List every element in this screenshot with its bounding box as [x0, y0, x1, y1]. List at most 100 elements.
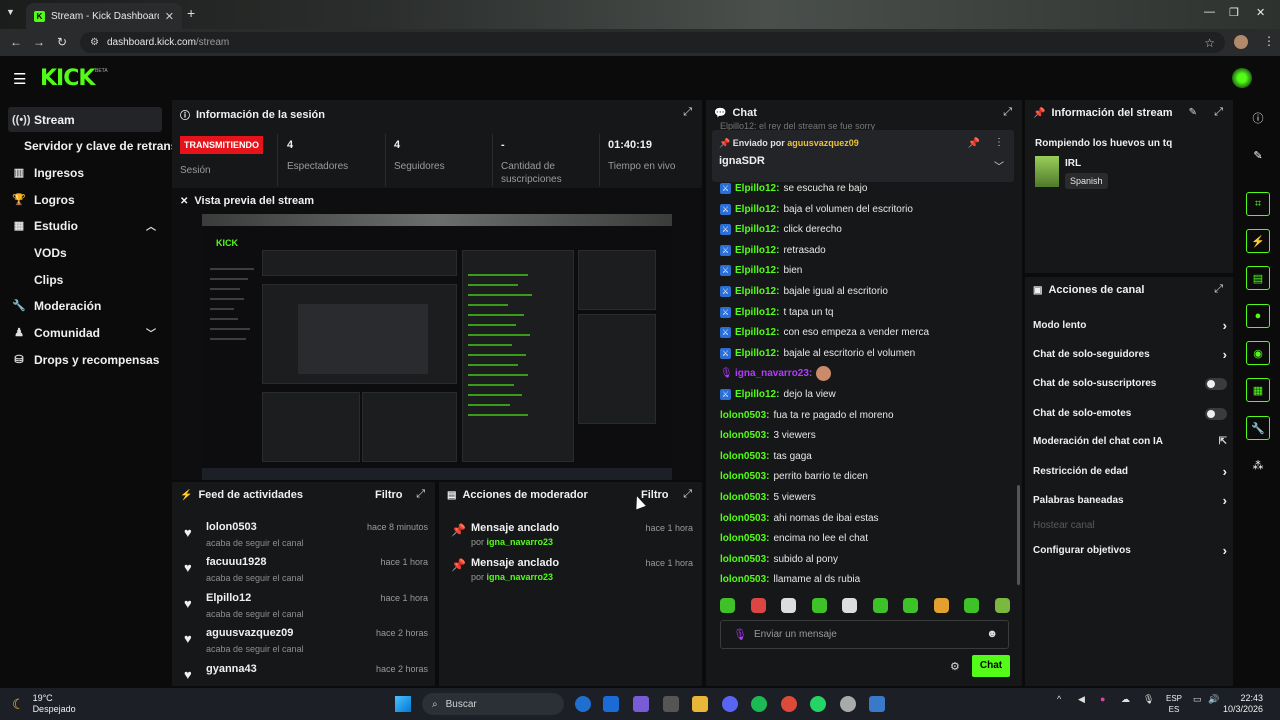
- stream-preview-video[interactable]: KICK: [202, 214, 672, 480]
- folder-icon[interactable]: [692, 696, 708, 712]
- user-avatar[interactable]: [1232, 68, 1252, 88]
- pinned-user[interactable]: aguusvazquez09: [787, 138, 859, 148]
- tray-chevron-icon[interactable]: ^: [1057, 694, 1061, 704]
- chat-username[interactable]: lolon0503:: [720, 430, 769, 441]
- edge-icon[interactable]: [575, 696, 591, 712]
- sidebar-item-ingresos[interactable]: ▥ Ingresos: [8, 160, 162, 185]
- tray-mic-icon[interactable]: 🎙: [1143, 694, 1154, 705]
- browser-tab[interactable]: K Stream - Kick Dashboard ✕: [26, 3, 182, 29]
- copilot-icon[interactable]: [633, 696, 649, 712]
- crop-icon[interactable]: ⌗: [1246, 192, 1270, 216]
- chat-input[interactable]: 🎙 Enviar un mensaje ☻: [720, 620, 1009, 649]
- chat-username[interactable]: Elpillo12:: [735, 348, 779, 359]
- community-icon[interactable]: ⁂: [1246, 453, 1270, 477]
- feed-user[interactable]: aguusvazquez09: [206, 627, 293, 639]
- send-chat-button[interactable]: Chat: [972, 655, 1010, 677]
- chat-bubble-icon[interactable]: ●: [1246, 304, 1270, 328]
- clipboard-icon[interactable]: ▤: [1246, 266, 1270, 290]
- pencil-icon[interactable]: ✎: [1246, 143, 1270, 167]
- new-tab-icon[interactable]: +: [187, 5, 195, 21]
- chat-username[interactable]: Elpillo12:: [735, 327, 779, 338]
- banned-words-action[interactable]: Palabras baneadas ›: [1033, 493, 1227, 515]
- feed-user[interactable]: lolon0503: [206, 521, 257, 533]
- mod-action-user[interactable]: igna_navarro23: [487, 572, 554, 582]
- close-window-icon[interactable]: ✕: [1256, 6, 1265, 19]
- emote-button[interactable]: [842, 598, 858, 613]
- emote-button[interactable]: [720, 598, 735, 613]
- sidebar-item-estudio[interactable]: ▦ Estudio ︿: [8, 213, 162, 238]
- feed-user[interactable]: Elpillo12: [206, 592, 251, 604]
- emote-button[interactable]: [964, 598, 980, 613]
- chat-username[interactable]: lolon0503:: [720, 410, 769, 421]
- popout-icon[interactable]: ⤢: [416, 488, 425, 501]
- volume-icon[interactable]: 🔊: [1208, 694, 1219, 705]
- pencil-icon[interactable]: ✎: [1189, 107, 1197, 118]
- sidebar-item-logros[interactable]: 🏆 Logros: [8, 187, 162, 212]
- gear-icon[interactable]: ⚙: [950, 660, 960, 673]
- shield-icon[interactable]: [869, 696, 885, 712]
- back-icon[interactable]: ←: [10, 35, 22, 49]
- info-icon[interactable]: ⓘ: [1246, 106, 1270, 130]
- chat-username[interactable]: Elpillo12:: [735, 224, 779, 235]
- language-indicator[interactable]: ESP ES: [1166, 693, 1182, 715]
- chat-username[interactable]: lolon0503:: [720, 574, 769, 585]
- feed-user[interactable]: gyanna43: [206, 663, 257, 675]
- chat-scrollbar[interactable]: [1017, 485, 1020, 585]
- chat-username[interactable]: lolon0503:: [720, 554, 769, 565]
- bookmark-star-icon[interactable]: ☆: [1204, 36, 1215, 50]
- emote-button[interactable]: [994, 598, 1010, 613]
- weather-widget[interactable]: ☾ 19°C Despejado: [12, 693, 76, 715]
- whatsapp-icon[interactable]: [810, 696, 826, 712]
- unpin-icon[interactable]: 📌: [968, 138, 980, 149]
- sidebar-item-server-key[interactable]: Servidor y clave de retransmisión: [8, 133, 173, 158]
- minimize-icon[interactable]: —: [1204, 6, 1215, 18]
- popout-icon[interactable]: ⤢: [1003, 106, 1012, 119]
- popout-icon[interactable]: ⤢: [683, 488, 692, 501]
- chat-username[interactable]: igna_navarro23:: [735, 368, 812, 379]
- tray-cloud-icon[interactable]: ☁: [1121, 694, 1130, 705]
- spotify-icon[interactable]: [751, 696, 767, 712]
- chat-username[interactable]: Elpillo12:: [735, 286, 779, 297]
- chat-username[interactable]: Elpillo12:: [735, 389, 779, 400]
- outlook-icon[interactable]: [603, 696, 619, 712]
- browser-profile-avatar[interactable]: [1234, 35, 1248, 49]
- forward-icon[interactable]: →: [33, 35, 45, 49]
- chevron-down-icon[interactable]: ﹀: [994, 158, 1004, 173]
- mod-filter-button[interactable]: Filtro: [641, 489, 669, 501]
- site-info-icon[interactable]: ⚙: [90, 37, 99, 48]
- chat-username[interactable]: Elpillo12:: [735, 265, 779, 276]
- close-tab-icon[interactable]: ✕: [165, 10, 174, 23]
- goals-action[interactable]: Configurar objetivos ›: [1033, 543, 1227, 565]
- ai-moderation-action[interactable]: Moderación del chat con IA ⇱: [1033, 436, 1227, 456]
- sidebar-item-clips[interactable]: Clips: [8, 267, 162, 292]
- hamburger-menu-icon[interactable]: ☰: [13, 70, 26, 88]
- chat-username[interactable]: Elpillo12:: [735, 204, 779, 215]
- popout-icon[interactable]: ⤢: [1214, 283, 1223, 296]
- chat-username[interactable]: lolon0503:: [720, 533, 769, 544]
- age-restriction-action[interactable]: Restricción de edad ›: [1033, 464, 1227, 486]
- chat-username[interactable]: lolon0503:: [720, 451, 769, 462]
- chrome-icon[interactable]: [781, 696, 797, 712]
- tab-list-chevron-icon[interactable]: ▼: [6, 7, 15, 17]
- emote-button[interactable]: [750, 598, 766, 613]
- emote-button[interactable]: [781, 598, 797, 613]
- mod-action-user[interactable]: igna_navarro23: [487, 537, 554, 547]
- followers-only-action[interactable]: Chat de solo-seguidores ›: [1033, 347, 1227, 369]
- chat-username[interactable]: lolon0503:: [720, 471, 769, 482]
- chat-username[interactable]: Elpillo12:: [735, 307, 779, 318]
- clock[interactable]: 22:43 10/3/2026: [1223, 693, 1263, 715]
- sidebar-item-comunidad[interactable]: ♟ Comunidad ﹀: [8, 320, 162, 345]
- activity-filter-button[interactable]: Filtro: [375, 489, 403, 501]
- emoji-icon[interactable]: ☻: [986, 628, 998, 640]
- reload-icon[interactable]: ↻: [57, 35, 67, 49]
- feed-user[interactable]: facuuu1928: [206, 556, 267, 568]
- obs-icon[interactable]: [840, 696, 856, 712]
- sidebar-item-drops[interactable]: ⛁ Drops y recompensas: [8, 347, 162, 372]
- chat-username[interactable]: Elpillo12:: [735, 245, 779, 256]
- layout-icon[interactable]: ▦: [1246, 378, 1270, 402]
- chat-username[interactable]: lolon0503:: [720, 513, 769, 524]
- taskbar-search[interactable]: ⌕ Buscar: [422, 693, 564, 715]
- tray-app-icon[interactable]: ●: [1100, 694, 1105, 704]
- popout-icon[interactable]: ⤢: [1214, 106, 1223, 119]
- emote-button[interactable]: [933, 598, 949, 613]
